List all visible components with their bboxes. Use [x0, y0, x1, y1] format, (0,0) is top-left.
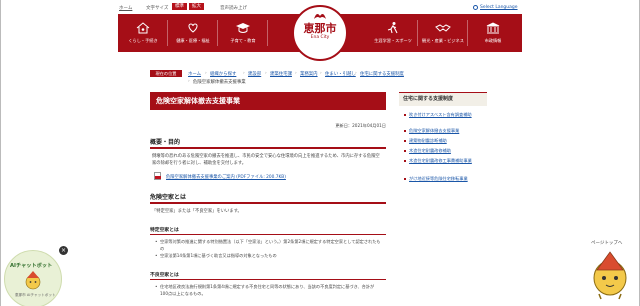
- sidebar-item[interactable]: 木造住宅耐震改修工事費補助事業: [404, 158, 485, 164]
- breadcrumb-item[interactable]: 建設部: [248, 71, 261, 77]
- subheading-rule: [150, 279, 386, 280]
- left-border: [0, 0, 1, 306]
- city-name-en: Ena City: [310, 35, 330, 40]
- mascot-icon: [593, 251, 627, 300]
- breadcrumb-separator: ›: [188, 79, 190, 84]
- nav-item-city-info[interactable]: 市政情報: [468, 14, 518, 52]
- handshake-icon: [435, 24, 451, 32]
- nav-item-label: 市政情報: [484, 38, 502, 43]
- pdf-icon: [154, 172, 161, 180]
- sidebar-item[interactable]: がけ地近接等危険住宅移転事業: [404, 176, 485, 182]
- sidebar: 住宅に関する支援制度 吹き付けアスベスト含有調査補助 危険空家解体撤去支援事業 …: [399, 92, 487, 192]
- close-icon[interactable]: ×: [59, 246, 68, 255]
- list-item: 空家等対策の推進に関する特別措置法（以下「空家法」という。）第2条第2項に規定す…: [155, 239, 382, 252]
- pdf-link[interactable]: 危険空家解体撤去支援事業のご案内 (PDFファイル: 200.7KB): [166, 174, 286, 180]
- home-link[interactable]: ホーム: [119, 5, 132, 11]
- section-heading-danger: 危険空家とは: [150, 194, 187, 201]
- sidebar-item[interactable]: 吹き付けアスベスト含有調査補助: [404, 112, 485, 118]
- breadcrumb-item[interactable]: ホーム: [188, 71, 201, 77]
- updated-date: 更新日：2021年04月01日: [335, 123, 386, 128]
- font-size-label: 文字サイズ: [146, 6, 169, 11]
- breadcrumb-item[interactable]: 住まい・引越し: [325, 71, 356, 77]
- subheading-rule: [150, 234, 386, 235]
- heart-hands-icon: [188, 23, 198, 33]
- subheading-furyo: 不良空家とは: [150, 273, 179, 278]
- nav-item-label: 生涯学習・スポーツ: [374, 38, 412, 43]
- subheading-tokutei: 特定空家とは: [150, 228, 179, 233]
- breadcrumb-item[interactable]: 業務案内: [300, 71, 318, 77]
- nav-item-sports[interactable]: 生涯学習・スポーツ: [368, 14, 418, 52]
- city-name: 恵那市: [303, 22, 337, 35]
- section-rule: [150, 202, 386, 204]
- breadcrumb: 現在の位置 ホーム › 組織から探す › 建設部 › 建築住宅課 › 業務案内 …: [150, 70, 490, 86]
- breadcrumb-separator: ›: [243, 71, 245, 76]
- danger-text: 「特定空家」または「不良空家」をいいます。: [152, 209, 242, 214]
- font-standard-button[interactable]: 標準: [172, 3, 187, 10]
- main-article: 危険空家解体撤去支援事業 更新日：2021年04月01日 概要・目的 倒壊等の恐…: [150, 92, 386, 306]
- breadcrumb-separator: ›: [295, 71, 297, 76]
- breadcrumb-separator: ›: [265, 71, 267, 76]
- nav-item-label: 健康・医療・福祉: [176, 38, 210, 43]
- section-heading-overview: 概要・目的: [150, 139, 181, 146]
- nav-item-health[interactable]: 健康・医療・福祉: [168, 14, 218, 52]
- section-rule: [150, 147, 386, 149]
- running-person-icon: [387, 22, 398, 34]
- breadcrumb-tag: 現在の位置: [150, 70, 182, 77]
- city-hall-icon: [486, 22, 500, 34]
- house-person-icon: [136, 22, 150, 34]
- crest-icon: [314, 14, 326, 19]
- select-language-link[interactable]: Select Language: [480, 5, 518, 10]
- page-top-button[interactable]: ページトップへ: [583, 240, 635, 302]
- page: ホーム 文字サイズ 標準 拡大 音声読み上げ Select Language く…: [0, 0, 640, 306]
- voice-reader-link[interactable]: 音声読み上げ: [220, 5, 247, 11]
- breadcrumb-separator: ›: [205, 71, 207, 76]
- nav-item-label: 子育て・教育: [230, 38, 256, 43]
- breadcrumb-separator: ›: [320, 71, 322, 76]
- chatbot-subtitle: 恵那市 AIチャットボット: [15, 293, 56, 297]
- page-title: 危険空家解体撤去支援事業: [150, 92, 386, 110]
- breadcrumb-separator: ›: [355, 71, 357, 76]
- nav-item-education[interactable]: 子育て・教育: [218, 14, 268, 52]
- breadcrumb-current: 危険空家解体撤去支援事業: [193, 80, 246, 85]
- breadcrumb-item[interactable]: 建築住宅課: [270, 71, 292, 77]
- nav-item-tourism[interactable]: 観光・産業・ビジネス: [418, 14, 468, 52]
- sidebar-item[interactable]: 危険空家解体撤去支援事業: [404, 128, 485, 134]
- sidebar-item[interactable]: 木造住宅耐震改修補助: [404, 148, 485, 154]
- chatbot-title: AIチャットボット: [10, 263, 53, 269]
- page-top-label: ページトップへ: [591, 241, 623, 246]
- breadcrumb-item[interactable]: 組織から探す: [210, 71, 236, 77]
- font-large-button[interactable]: 拡大: [189, 3, 204, 10]
- nav-item-label: 観光・産業・ビジネス: [422, 38, 464, 43]
- chatbot-widget[interactable]: AIチャットボット 恵那市 AIチャットボット: [4, 250, 62, 306]
- city-logo[interactable]: 恵那市 Ena City: [292, 5, 348, 61]
- sidebar-item[interactable]: 建築物耐震診断補助: [404, 138, 485, 144]
- overview-text: 倒壊等の恐れのある危険空家の撤去を推進し、市民の安全で安心な住環境の向上を推進す…: [152, 154, 380, 166]
- list-item: 空家法第14条第1項に基づく助言又は指導の対象となったもの: [155, 253, 382, 260]
- graduation-cap-icon: [236, 23, 250, 33]
- globe-icon: [473, 5, 478, 10]
- sidebar-heading: 住宅に関する支援制度: [399, 92, 487, 106]
- nav-item-living[interactable]: くらし・手続き: [118, 14, 168, 52]
- mascot-icon: [25, 271, 41, 290]
- list-item: 住宅地区改良法施行規則第1条第4項に規定する不良住宅と同等の状態にあり、当該の不…: [155, 284, 382, 297]
- nav-item-label: くらし・手続き: [128, 38, 158, 43]
- breadcrumb-item[interactable]: 住宅に関する支援制度: [360, 71, 404, 77]
